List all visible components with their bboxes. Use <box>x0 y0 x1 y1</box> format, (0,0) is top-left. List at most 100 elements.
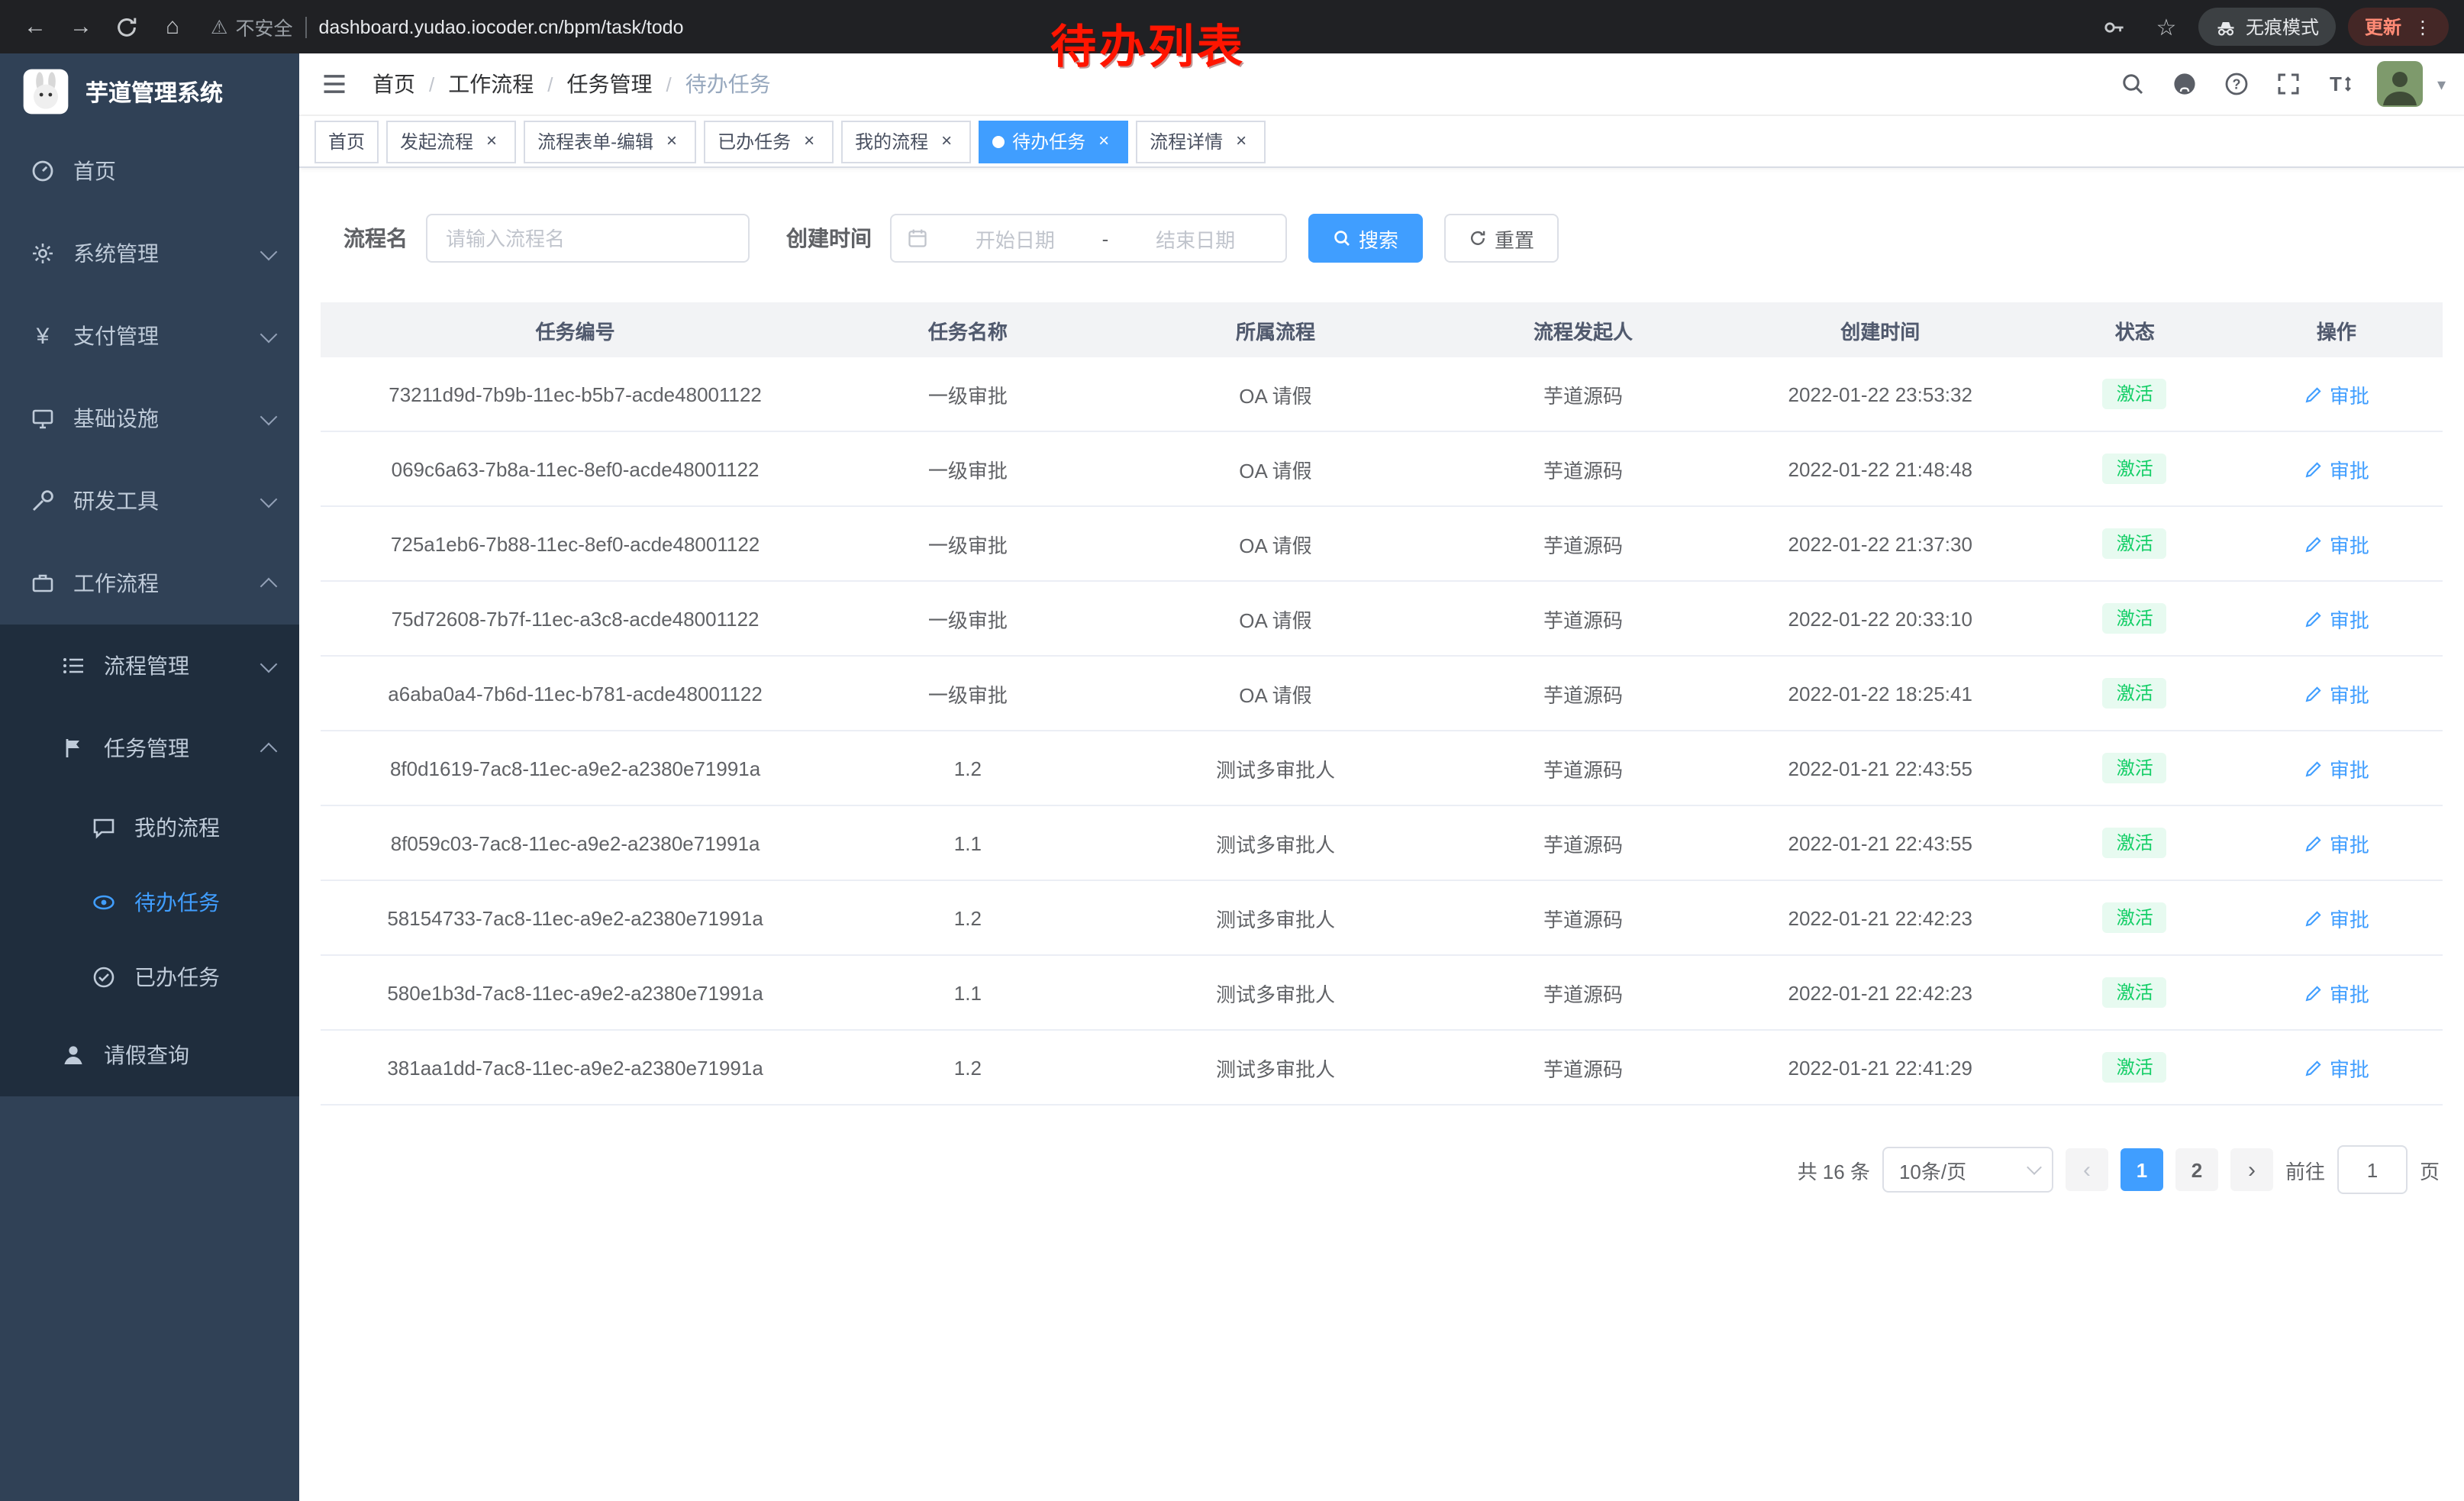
breadcrumb-home[interactable]: 首页 <box>373 69 415 99</box>
cell-process: OA 请假 <box>1106 454 1446 483</box>
help-icon[interactable]: ? <box>2222 69 2251 98</box>
cell-create-time: 2022-01-21 22:42:23 <box>1721 906 2040 929</box>
sidebar-item-workflow[interactable]: 工作流程 <box>0 542 299 625</box>
eye-icon <box>92 889 116 914</box>
bookmark-star-icon[interactable]: ☆ <box>2146 7 2186 47</box>
svg-text:T: T <box>2330 73 2342 95</box>
approve-link[interactable]: 审批 <box>2304 604 2369 633</box>
approve-link[interactable]: 审批 <box>2304 1053 2369 1082</box>
tab-待办任务[interactable]: 待办任务 × <box>979 120 1128 163</box>
close-icon[interactable]: × <box>481 131 502 152</box>
back-icon[interactable]: ← <box>15 7 55 47</box>
cell-process: OA 请假 <box>1106 379 1446 408</box>
tab-已办任务[interactable]: 已办任务 × <box>704 120 834 163</box>
gear-icon <box>31 241 55 266</box>
tab-首页[interactable]: 首页 <box>314 120 379 163</box>
sidebar-collapse-icon[interactable] <box>321 70 348 98</box>
font-size-icon[interactable]: T <box>2326 69 2355 98</box>
tab-流程表单-编辑[interactable]: 流程表单-编辑 × <box>524 120 696 163</box>
status-badge: 激活 <box>2103 603 2167 634</box>
sidebar-item-devtools[interactable]: 研发工具 <box>0 460 299 542</box>
page-size-select[interactable]: 10条/页 <box>1882 1147 2053 1193</box>
sidebar-item-home[interactable]: 首页 <box>0 130 299 212</box>
sidebar-item-task-management[interactable]: 任务管理 <box>0 707 299 789</box>
sidebar-item-done-tasks[interactable]: 已办任务 <box>0 939 299 1014</box>
cell-status: 激活 <box>2040 379 2230 410</box>
home-icon[interactable]: ⌂ <box>153 7 192 47</box>
process-list-icon <box>61 654 85 678</box>
cell-process: OA 请假 <box>1106 529 1446 558</box>
prev-page-button[interactable]: ‹ <box>2066 1148 2108 1191</box>
sidebar-item-system[interactable]: 系统管理 <box>0 212 299 295</box>
avatar-dropdown-caret-icon[interactable]: ▾ <box>2437 74 2446 94</box>
fullscreen-icon[interactable] <box>2274 69 2303 98</box>
tab-我的流程[interactable]: 我的流程 × <box>841 120 971 163</box>
search-icon[interactable] <box>2118 69 2147 98</box>
date-range-picker[interactable]: 开始日期 - 结束日期 <box>890 214 1287 263</box>
cell-action: 审批 <box>2230 604 2443 633</box>
tab-流程详情[interactable]: 流程详情 × <box>1136 120 1266 163</box>
page-button-1[interactable]: 1 <box>2121 1148 2163 1191</box>
approve-link[interactable]: 审批 <box>2304 454 2369 483</box>
chat-bubble-icon <box>92 815 116 839</box>
browser-chrome: ← → ⌂ ⚠ 不安全 dashboard.yudao.iocoder.cn/b… <box>0 0 2464 53</box>
cell-initiator: 芋道源码 <box>1445 828 1721 857</box>
approve-link[interactable]: 审批 <box>2304 828 2369 857</box>
app-logo[interactable]: 芋道管理系统 <box>0 53 299 130</box>
goto-page-input[interactable] <box>2337 1145 2408 1194</box>
cell-action: 审批 <box>2230 903 2443 932</box>
close-icon[interactable]: × <box>798 131 820 152</box>
approve-link[interactable]: 审批 <box>2304 754 2369 783</box>
reset-button[interactable]: 重置 <box>1444 214 1559 263</box>
breadcrumb-workflow[interactable]: 工作流程 <box>448 69 534 99</box>
table-row: 75d72608-7b7f-11ec-a3c8-acde48001122 一级审… <box>321 582 2443 657</box>
edit-pencil-icon <box>2304 983 2324 1002</box>
page-button-2[interactable]: 2 <box>2175 1148 2218 1191</box>
search-button[interactable]: 搜索 <box>1308 214 1423 263</box>
sidebar-item-leave-query[interactable]: 请假查询 <box>0 1014 299 1096</box>
total-count: 共 16 条 <box>1798 1155 1870 1184</box>
status-badge: 激活 <box>2103 678 2167 709</box>
table-row: 725a1eb6-7b88-11ec-8ef0-acde48001122 一级审… <box>321 507 2443 582</box>
sidebar-item-payment[interactable]: ¥ 支付管理 <box>0 295 299 377</box>
cell-status: 激活 <box>2040 1052 2230 1083</box>
next-page-button[interactable]: › <box>2230 1148 2273 1191</box>
reload-icon[interactable] <box>107 7 147 47</box>
key-icon[interactable] <box>2095 7 2134 47</box>
tab-发起流程[interactable]: 发起流程 × <box>386 120 516 163</box>
close-icon[interactable]: × <box>661 131 682 152</box>
cell-action: 审批 <box>2230 679 2443 708</box>
approve-link[interactable]: 审批 <box>2304 903 2369 932</box>
approve-link[interactable]: 审批 <box>2304 679 2369 708</box>
cell-initiator: 芋道源码 <box>1445 903 1721 932</box>
address-bar[interactable]: ⚠ 不安全 dashboard.yudao.iocoder.cn/bpm/tas… <box>211 12 684 41</box>
workflow-submenu: 流程管理 任务管理 我的流程 <box>0 625 299 1096</box>
sidebar-item-my-process[interactable]: 我的流程 <box>0 789 299 864</box>
close-icon[interactable]: × <box>1230 131 1252 152</box>
cell-task-id: 75d72608-7b7f-11ec-a3c8-acde48001122 <box>321 607 830 630</box>
forward-icon[interactable]: → <box>61 7 101 47</box>
update-button[interactable]: 更新 ⋮ <box>2348 8 2449 46</box>
avatar[interactable] <box>2378 61 2424 107</box>
github-icon[interactable] <box>2170 69 2199 98</box>
approve-link[interactable]: 审批 <box>2304 978 2369 1007</box>
close-icon[interactable]: × <box>1093 131 1114 152</box>
sidebar-item-process-management[interactable]: 流程管理 <box>0 625 299 707</box>
approve-link[interactable]: 审批 <box>2304 379 2369 408</box>
cell-action: 审批 <box>2230 379 2443 408</box>
sidebar-item-infrastructure[interactable]: 基础设施 <box>0 377 299 460</box>
sidebar-item-todo-tasks[interactable]: 待办任务 <box>0 864 299 939</box>
cell-initiator: 芋道源码 <box>1445 379 1721 408</box>
table-row: 58154733-7ac8-11ec-a9e2-a2380e71991a 1.2… <box>321 881 2443 956</box>
process-name-input[interactable] <box>426 214 750 263</box>
cell-task-name: 一级审批 <box>830 604 1105 633</box>
chevron-down-icon <box>260 655 278 673</box>
close-icon[interactable]: × <box>936 131 957 152</box>
dashboard-icon <box>31 159 55 183</box>
approve-link[interactable]: 审批 <box>2304 529 2369 558</box>
cell-task-id: 8f0d1619-7ac8-11ec-a9e2-a2380e71991a <box>321 757 830 780</box>
breadcrumb-task-management[interactable]: 任务管理 <box>567 69 653 99</box>
browser-menu-dots-icon[interactable]: ⋮ <box>2414 16 2432 37</box>
search-icon <box>1333 229 1351 247</box>
not-secure-warning[interactable]: ⚠ 不安全 <box>211 12 292 41</box>
